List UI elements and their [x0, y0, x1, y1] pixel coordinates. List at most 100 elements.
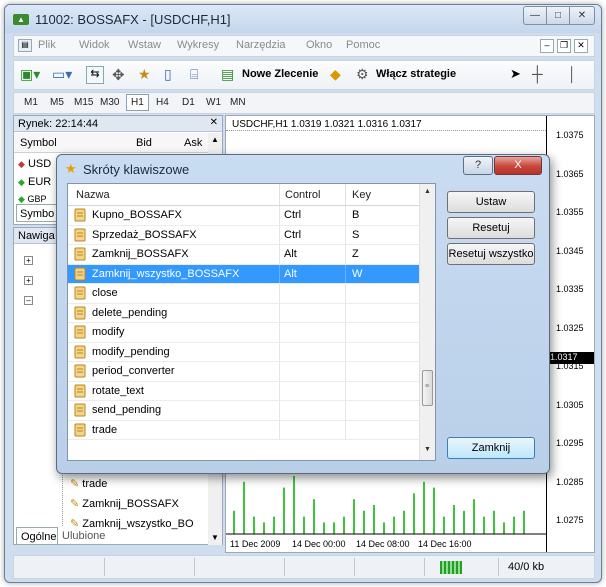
tf-h1[interactable]: H1: [126, 94, 149, 111]
header-sep: [345, 184, 346, 205]
window-title: 11002: BOSSAFX - [USDCHF,H1]: [35, 12, 231, 27]
close-icon[interactable]: ✕: [210, 117, 218, 128]
nav-item-trade[interactable]: ✎ trade: [70, 477, 107, 490]
tf-m1[interactable]: M1: [24, 97, 38, 108]
grip-icon: ≡: [425, 383, 430, 390]
market-watch-icon[interactable]: ⇆: [86, 66, 104, 84]
tab-symbols[interactable]: Symbo: [16, 204, 60, 222]
table-row[interactable]: close: [68, 284, 420, 304]
cell-sep: [279, 342, 280, 361]
table-row[interactable]: rotate_text: [68, 381, 420, 401]
scroll-up-icon[interactable]: ▲: [424, 188, 431, 195]
table-row[interactable]: period_converter: [68, 362, 420, 382]
table-row[interactable]: trade: [68, 420, 420, 440]
tree-expander[interactable]: +: [24, 276, 33, 285]
crosshair-icon[interactable]: ┼: [532, 66, 543, 86]
maximize-button[interactable]: □: [546, 6, 570, 25]
minimize-button[interactable]: —: [523, 6, 547, 25]
price-label: 1.0285: [556, 476, 584, 487]
scroll-up-icon[interactable]: ▲: [211, 135, 219, 144]
menu-insert[interactable]: Wstaw: [128, 39, 161, 51]
col-name[interactable]: Nazwa: [76, 189, 110, 201]
tf-w1[interactable]: W1: [206, 97, 221, 108]
table-row[interactable]: Zamknij_wszystko_BOSSAFX Alt W: [68, 264, 420, 284]
col-control[interactable]: Control: [285, 189, 320, 201]
nav-item-zamknij[interactable]: ✎ Zamknij_BOSSAFX: [70, 497, 179, 510]
table-row[interactable]: modify_pending: [68, 342, 420, 362]
menu-file[interactable]: Plik: [38, 39, 56, 51]
nav-item-zamknij-wszystko[interactable]: ✎ Zamknij_wszystko_BO: [70, 517, 194, 530]
enable-strategies-button[interactable]: Włącz strategie: [376, 68, 456, 88]
tab-general[interactable]: Ogólne: [16, 527, 58, 545]
menu-charts[interactable]: Wykresy: [177, 39, 219, 51]
shortcuts-list[interactable]: Nazwa Control Key Kupno_BOSSAFX Ctrl B Sprz…: [67, 183, 436, 461]
vertical-line-icon[interactable]: │: [568, 66, 577, 86]
tf-m30[interactable]: M30: [100, 97, 119, 108]
table-row[interactable]: Sprzedaż_BOSSAFX Ctrl S: [68, 225, 420, 245]
symbol-label: GBP: [27, 194, 47, 204]
close-child-button[interactable]: ✕: [574, 39, 588, 53]
table-row[interactable]: Kupno_BOSSAFX Ctrl B: [68, 206, 420, 226]
close-dialog-button[interactable]: Zamknij: [447, 437, 535, 459]
help-button[interactable]: ?: [463, 156, 493, 175]
menu-help[interactable]: Pomoc: [346, 39, 380, 51]
list-scrollbar[interactable]: ▲ ≡ ▼: [419, 184, 435, 460]
script-icon: [74, 267, 86, 280]
tf-mn[interactable]: MN: [230, 97, 246, 108]
cell-sep: [345, 362, 346, 381]
navigator-icon[interactable]: ★: [138, 66, 151, 86]
tab-favorites[interactable]: Ulubione: [62, 530, 105, 542]
shortcut-control: Ctrl: [284, 228, 302, 241]
dialog-close-button[interactable]: X: [494, 156, 542, 175]
new-order-button[interactable]: Nowe Zlecenie: [242, 68, 318, 88]
table-row[interactable]: send_pending: [68, 401, 420, 421]
reset-all-button[interactable]: Resetuj wszystko: [447, 243, 535, 265]
market-row[interactable]: ◆ EUR: [18, 176, 51, 188]
new-order-icon[interactable]: ▤: [221, 66, 234, 86]
toolbar: ▣▾ ▭▾ ⇆ ✥ ★ ▯ ⌸ ▤ Nowe Zlecenie ◆ ⚙ Włąc…: [13, 60, 595, 90]
maximize-child-button[interactable]: ❐: [557, 39, 571, 53]
set-button[interactable]: Ustaw: [447, 191, 535, 213]
shortcut-name: rotate_text: [92, 384, 144, 397]
table-row[interactable]: modify: [68, 323, 420, 343]
col-symbol[interactable]: Symbol: [20, 137, 57, 149]
table-row[interactable]: delete_pending: [68, 303, 420, 323]
crosshair-move-icon[interactable]: ✥: [112, 66, 125, 86]
profiles-icon[interactable]: ▭▾: [52, 66, 74, 86]
shortcut-name: period_converter: [92, 365, 175, 377]
restore-child-button[interactable]: –: [540, 39, 554, 53]
tree-expander[interactable]: –: [24, 296, 33, 305]
tester-icon[interactable]: ⌸: [190, 66, 198, 86]
scroll-down-icon[interactable]: ▼: [211, 533, 219, 542]
shortcut-name: trade: [92, 423, 118, 436]
market-row[interactable]: ◆ USD: [18, 158, 51, 170]
strategies-icon[interactable]: ⚙: [356, 66, 369, 86]
tf-h4[interactable]: H4: [156, 97, 169, 108]
cell-sep: [279, 284, 280, 303]
menu-tools[interactable]: Narzędzia: [236, 39, 286, 51]
tf-m15[interactable]: M15: [74, 97, 93, 108]
close-button[interactable]: ✕: [569, 6, 595, 25]
scroll-thumb[interactable]: ≡: [422, 370, 433, 406]
new-chart-icon[interactable]: ▣▾: [20, 66, 42, 86]
status-sep: [284, 558, 285, 576]
tf-m5[interactable]: M5: [50, 97, 64, 108]
menu-view[interactable]: Widok: [79, 39, 110, 51]
market-watch-title: Rynek: 22:14:44 ✕: [14, 116, 222, 132]
script-icon: [74, 208, 86, 222]
col-bid[interactable]: Bid: [136, 137, 152, 149]
menu-window[interactable]: Okno: [306, 39, 332, 51]
menu-bar: ▤ Plik Widok Wstaw Wykresy Narzędzia Okn…: [13, 35, 595, 57]
reset-button[interactable]: Resetuj: [447, 217, 535, 239]
tf-d1[interactable]: D1: [182, 97, 195, 108]
col-ask[interactable]: Ask: [184, 137, 202, 149]
meta-editor-icon[interactable]: ◆: [330, 66, 341, 86]
terminal-icon[interactable]: ▯: [164, 66, 172, 86]
tree-expander[interactable]: +: [24, 256, 33, 265]
time-label: 11 Dec 2009: [230, 539, 281, 549]
scroll-down-icon[interactable]: ▼: [424, 446, 431, 453]
nav-item-label: Zamknij_wszystko_BO: [82, 518, 194, 530]
cursor-icon[interactable]: ➤: [510, 66, 521, 86]
col-key[interactable]: Key: [352, 189, 371, 201]
table-row[interactable]: Zamknij_BOSSAFX Alt Z: [68, 245, 420, 265]
